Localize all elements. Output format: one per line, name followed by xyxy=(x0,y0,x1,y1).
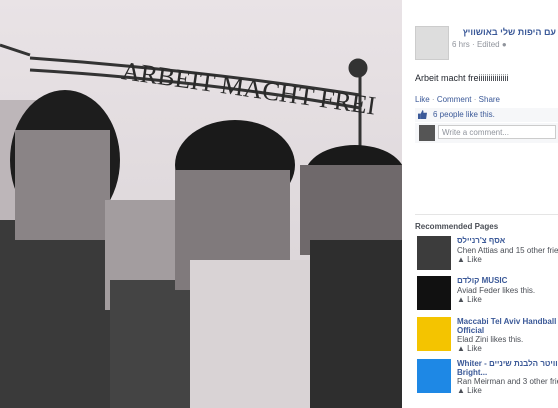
photo-image: ARBEIT MACHT FREI xyxy=(0,0,402,408)
recommended-item[interactable]: וויטר הלבנת שיניים - Whiter Bright... Ra… xyxy=(417,359,558,395)
post-meta: 6 hrs · Edited ● xyxy=(452,40,507,49)
recommended-item[interactable]: Maccabi Tel Aviv Handball Official Elad … xyxy=(417,317,558,353)
recommended-item[interactable]: אסף צ'רניילס Chen Attias and 15 other fr… xyxy=(417,236,558,272)
like-action[interactable]: Like xyxy=(415,95,430,104)
rec-page-name[interactable]: קולדם MUSIC xyxy=(457,276,507,285)
page-avatar[interactable] xyxy=(415,26,449,60)
page-name-link[interactable]: עם היפות שלי באושוויץ xyxy=(452,27,556,37)
share-action[interactable]: Share xyxy=(479,95,500,104)
comment-action[interactable]: Comment xyxy=(437,95,472,104)
post-photo[interactable]: ARBEIT MACHT FREI xyxy=(0,0,402,408)
rec-page-name-line2[interactable]: Official xyxy=(457,326,484,335)
likes-summary: 6 people like this. xyxy=(415,108,558,122)
recommended-title: Recommended Pages xyxy=(415,222,499,231)
rec-page-name-line2[interactable]: Bright... xyxy=(457,368,487,377)
meta-separator: · xyxy=(472,40,475,49)
page-thumbnail[interactable] xyxy=(417,359,451,393)
edited-label[interactable]: Edited xyxy=(477,40,500,49)
thumbs-up-icon: ▲ xyxy=(457,386,468,395)
thumbs-up-icon: ▲ xyxy=(457,344,468,353)
page-thumbnail[interactable] xyxy=(417,276,451,310)
rec-like-button[interactable]: ▲ Like xyxy=(457,255,482,264)
rec-like-button[interactable]: ▲ Like xyxy=(457,386,482,395)
page-thumbnail[interactable] xyxy=(417,317,451,351)
user-avatar xyxy=(419,125,435,141)
thumbs-up-icon xyxy=(418,110,427,119)
globe-icon: ● xyxy=(501,40,507,49)
rec-page-sub: Chen Attias and 15 other frie xyxy=(457,246,558,255)
comment-input[interactable]: Write a comment... xyxy=(438,125,556,139)
recommended-item[interactable]: קולדם MUSIC Aviad Feder likes this. ▲ Li… xyxy=(417,276,558,312)
thumbs-up-icon: ▲ xyxy=(457,295,468,304)
comment-composer: Write a comment... xyxy=(415,123,558,143)
rec-page-name[interactable]: Maccabi Tel Aviv Handball xyxy=(457,317,556,326)
post-side-panel: עם היפות שלי באושוויץ 6 hrs · Edited ● A… xyxy=(402,0,558,408)
post-actions: Like · Comment · Share xyxy=(415,95,501,104)
thumbs-up-icon: ▲ xyxy=(457,255,468,264)
rec-like-button[interactable]: ▲ Like xyxy=(457,344,482,353)
post-text: Arbeit macht freiiiiiiiiiiiiiii xyxy=(415,73,509,83)
likes-count[interactable]: 6 people like this. xyxy=(433,110,495,119)
divider xyxy=(415,214,558,215)
post-time[interactable]: 6 hrs xyxy=(452,40,470,49)
rec-page-sub: Aviad Feder likes this. xyxy=(457,286,536,295)
page-thumbnail[interactable] xyxy=(417,236,451,270)
rec-page-sub: Elad Zini likes this. xyxy=(457,335,524,344)
rec-page-name[interactable]: וויטר הלבנת שיניים - Whiter xyxy=(457,359,558,368)
rec-page-name[interactable]: אסף צ'רניילס xyxy=(457,236,505,245)
rec-like-button[interactable]: ▲ Like xyxy=(457,295,482,304)
rec-page-sub: Ran Meirman and 3 other frie xyxy=(457,377,558,386)
